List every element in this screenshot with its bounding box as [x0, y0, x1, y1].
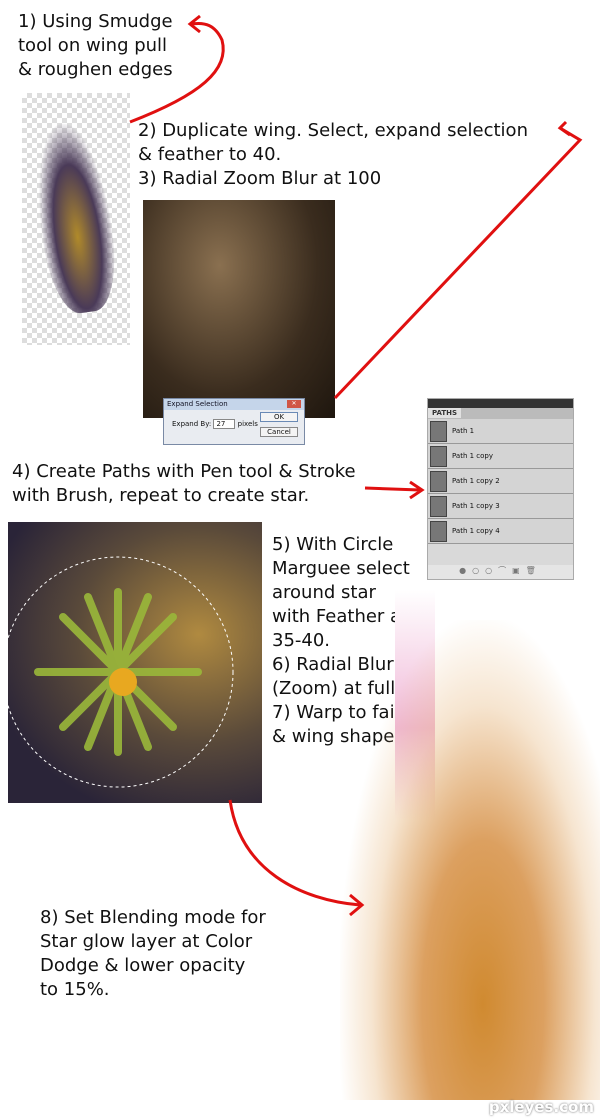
- arrow-2: [333, 120, 583, 400]
- watermark: pxleyes.com: [488, 1098, 594, 1116]
- arrow-1: [129, 14, 225, 124]
- arrow-4: [228, 799, 365, 917]
- arrows: [129, 14, 583, 917]
- arrow-3: [364, 480, 425, 500]
